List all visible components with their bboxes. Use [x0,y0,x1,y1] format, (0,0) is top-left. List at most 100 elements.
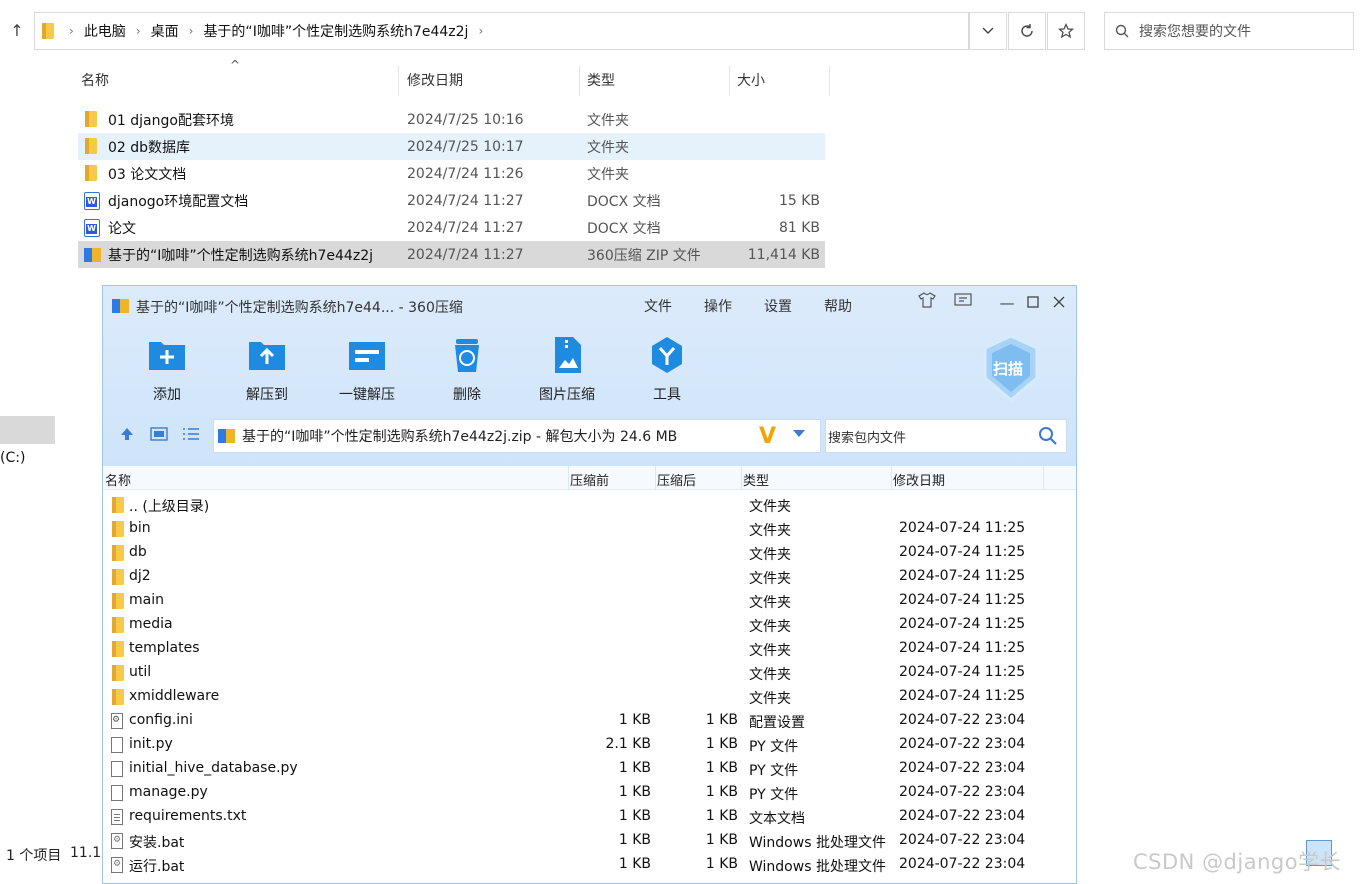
menu-help[interactable]: 帮助 [824,296,852,316]
star-icon [1058,23,1074,39]
caret-down-icon [793,430,805,437]
v-logo-icon[interactable]: V [759,424,776,449]
file-row[interactable]: W djanogo环境配置文档 2024/7/24 11:27 DOCX 文档 … [78,187,825,214]
archive-row[interactable]: 安装.bat 1 KB 1 KB Windows 批处理文件 2024-07-2… [103,829,1076,853]
column-header-type[interactable]: 类型 [587,66,615,96]
file-row[interactable]: W 论文 2024/7/24 11:27 DOCX 文档 81 KB [78,214,825,241]
archive-row[interactable]: xmiddleware 文件夹 2024-07-24 11:25 [103,685,1076,709]
archive-path-bar[interactable]: 基于的“I咖啡”个性定制选购系统h7e44z2j.zip - 解包大小为 24.… [213,419,821,453]
image-compress-label: 图片压缩 [539,387,595,403]
file-row[interactable]: 02 db数据库 2024/7/25 10:17 文件夹 [78,133,825,160]
archive-item-name: util [129,664,152,680]
column-divider[interactable] [829,66,830,96]
one-click-extract-button[interactable]: 一键解压 [327,336,407,406]
archive-col-name[interactable]: 名称 [105,470,131,489]
add-icon [147,336,187,374]
archive-col-type[interactable]: 类型 [743,470,769,489]
column-divider[interactable] [398,66,399,96]
folder-icon [84,165,98,181]
archive-row[interactable]: dj2 文件夹 2024-07-24 11:25 [103,565,1076,589]
address-bar[interactable]: › 此电脑 › 桌面 › 基于的“I咖啡”个性定制选购系统h7e44z2j › [34,12,969,50]
feedback-button[interactable] [952,292,974,314]
menu-file[interactable]: 文件 [644,296,672,316]
pin-button[interactable] [1047,12,1085,50]
add-button[interactable]: 添加 [127,336,207,406]
archive-row[interactable]: util 文件夹 2024-07-24 11:25 [103,661,1076,685]
address-history-dropdown[interactable] [969,12,1007,50]
folder-icon [111,545,125,561]
thumbnail-view-button[interactable] [148,426,170,448]
archive-item-date: 2024-07-22 23:04 [899,856,1026,872]
search-icon[interactable] [1038,426,1058,446]
archive-item-type: PY 文件 [749,739,799,755]
zip-window[interactable]: 基于的“I咖啡”个性定制选购系统h7e44... - 360压缩 文件 操作 设… [102,285,1077,884]
refresh-button[interactable] [1008,12,1046,50]
refresh-icon [1021,24,1033,37]
menu-operation[interactable]: 操作 [704,296,732,316]
archive-row[interactable]: config.ini 1 KB 1 KB 配置设置 2024-07-22 23:… [103,709,1076,733]
archive-col-date[interactable]: 修改日期 [893,470,945,489]
column-header-date[interactable]: 修改日期 [407,66,463,96]
column-divider[interactable] [729,66,730,96]
archive-row[interactable]: manage.py 1 KB 1 KB PY 文件 2024-07-22 23:… [103,781,1076,805]
archive-row[interactable]: .. (上级目录) 文件夹 [103,493,1076,517]
column-header-size[interactable]: 大小 [737,66,765,96]
scan-button[interactable]: 扫描 [981,334,1041,402]
archive-row[interactable]: templates 文件夹 2024-07-24 11:25 [103,637,1076,661]
menu-settings[interactable]: 设置 [764,296,792,316]
archive-row[interactable]: 运行.bat 1 KB 1 KB Windows 批处理文件 2024-07-2… [103,853,1076,877]
chevron-right-icon: › [188,24,194,38]
column-divider[interactable] [741,466,742,490]
column-divider[interactable] [655,466,656,490]
parent-folder-button[interactable] [116,426,138,448]
list-view-button[interactable] [180,426,202,448]
file-size: 15 KB [778,192,820,209]
column-divider[interactable] [1043,466,1044,490]
column-divider[interactable] [579,66,580,96]
breadcrumb-this-pc[interactable]: 此电脑 [84,21,126,41]
file-name: 01 django配套环境 [108,112,234,129]
archive-row[interactable]: db 文件夹 2024-07-24 11:25 [103,541,1076,565]
archive-row[interactable]: requirements.txt 1 KB 1 KB 文本文档 2024-07-… [103,805,1076,829]
breadcrumb-current-folder[interactable]: 基于的“I咖啡”个性定制选购系统h7e44z2j [203,21,468,41]
file-row[interactable]: 01 django配套环境 2024/7/25 10:16 文件夹 [78,106,825,133]
archive-col-before[interactable]: 压缩前 [570,470,609,489]
archive-search-input[interactable]: 搜索包内文件 [825,419,1067,453]
image-compress-button[interactable]: 图片压缩 [527,336,607,406]
extract-to-button[interactable]: 解压到 [227,336,307,406]
archive-row[interactable]: initial_hive_database.py 1 KB 1 KB PY 文件… [103,757,1076,781]
file-date: 2024/7/24 11:27 [407,246,524,263]
chevron-right-icon[interactable]: › [478,24,483,38]
add-label: 添加 [153,387,181,403]
up-arrow-icon[interactable]: ↑ [6,18,28,44]
delete-button[interactable]: 删除 [427,336,507,406]
file-row[interactable]: 基于的“I咖啡”个性定制选购系统h7e44z2j 2024/7/24 11:27… [78,241,825,268]
archive-row[interactable]: media 文件夹 2024-07-24 11:25 [103,613,1076,637]
minimize-button[interactable]: — [996,292,1018,314]
column-header-name[interactable]: 名称 [81,66,109,96]
archive-row[interactable]: init.py 2.1 KB 1 KB PY 文件 2024-07-22 23:… [103,733,1076,757]
nav-pane-selected-item[interactable] [0,416,55,444]
maximize-button[interactable] [1022,292,1044,314]
archive-item-type: 文件夹 [749,523,791,539]
message-icon [954,293,972,306]
archive-item-before: 1 KB [618,808,651,824]
shirt-icon [918,292,936,308]
explorer-search-input[interactable]: 搜索您想要的文件 [1104,12,1354,50]
column-divider[interactable] [891,466,892,490]
archive-item-type: 文本文档 [749,811,805,827]
file-row[interactable]: 03 论文文档 2024/7/24 11:26 文件夹 [78,160,825,187]
close-button[interactable] [1048,292,1070,314]
breadcrumb-desktop[interactable]: 桌面 [151,21,179,41]
archive-row[interactable]: bin 文件夹 2024-07-24 11:25 [103,517,1076,541]
column-divider[interactable] [568,466,569,490]
archive-item-after: 1 KB [705,736,738,752]
archive-item-name: dj2 [129,568,151,584]
archive-col-after[interactable]: 压缩后 [657,470,696,489]
tools-button[interactable]: 工具 [627,336,707,406]
archive-search-placeholder: 搜索包内文件 [828,430,907,446]
nav-pane-drive-label[interactable]: (C:) [0,450,25,466]
archive-row[interactable]: main 文件夹 2024-07-24 11:25 [103,589,1076,613]
path-dropdown[interactable] [793,426,805,442]
skin-button[interactable] [916,292,938,314]
